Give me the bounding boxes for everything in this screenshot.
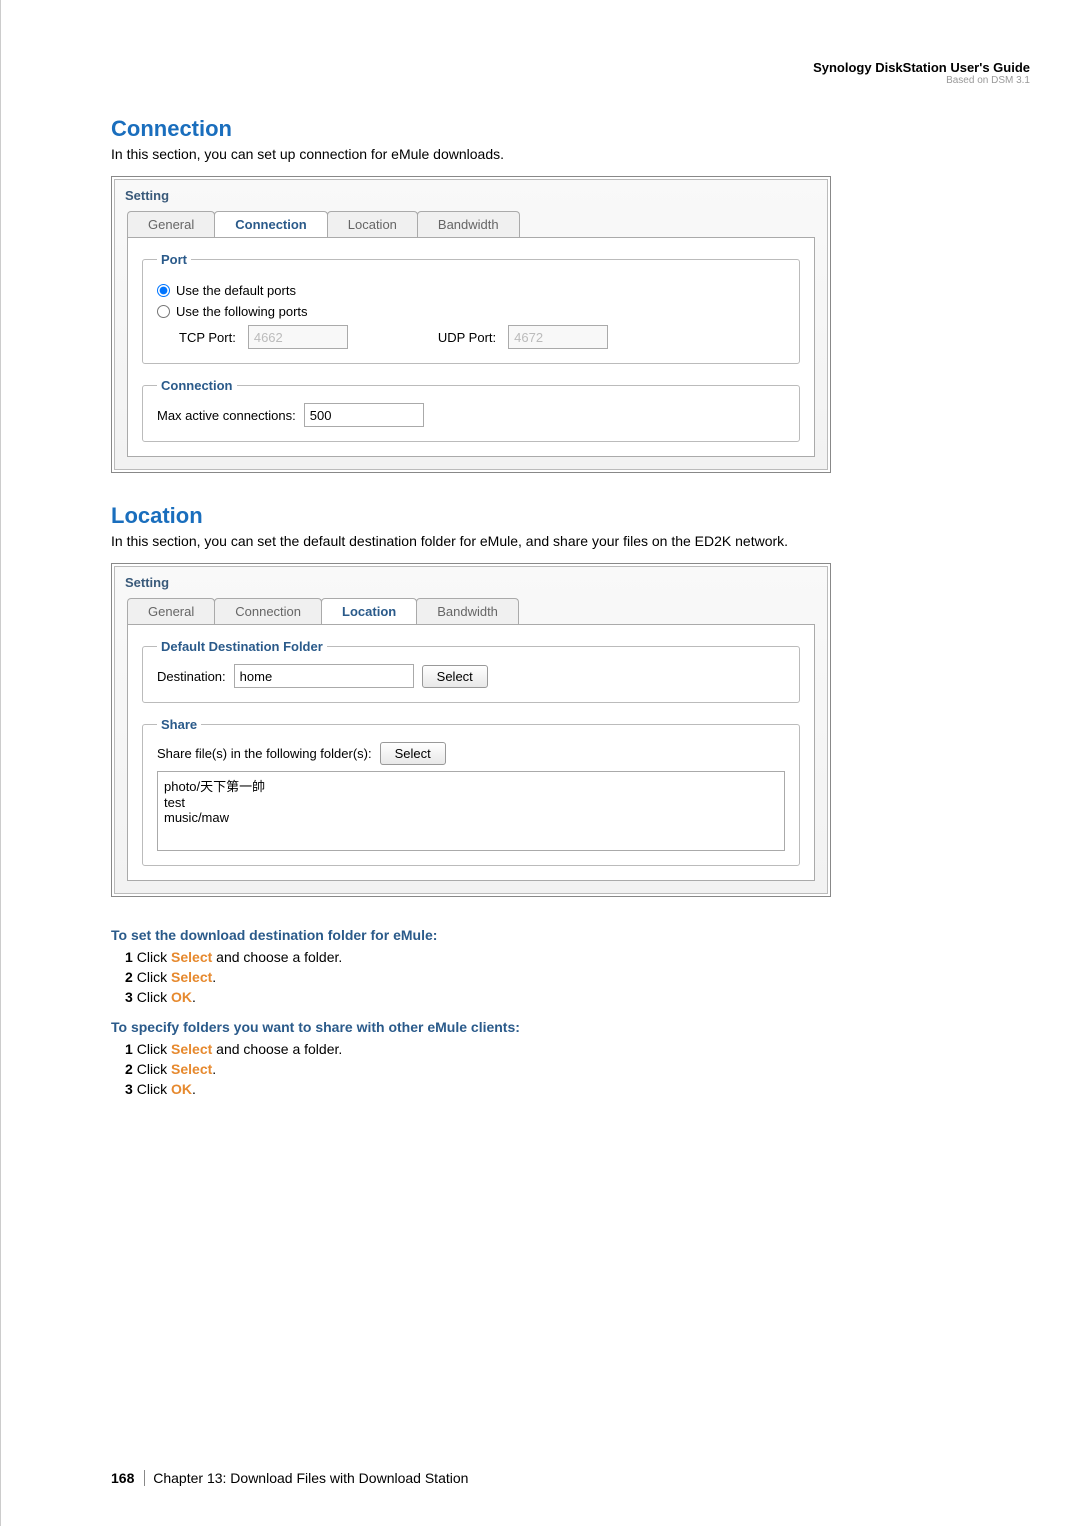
connection-fieldset: Connection Max active connections: — [142, 378, 800, 442]
tab-location-2[interactable]: Location — [321, 598, 417, 624]
tab-general-2[interactable]: General — [127, 598, 215, 624]
radio-default-ports[interactable] — [157, 284, 170, 297]
instr1-heading: To set the download destination folder f… — [111, 927, 1030, 943]
port-fieldset: Port Use the default ports Use the follo… — [142, 252, 800, 364]
destination-legend: Default Destination Folder — [157, 639, 327, 654]
chapter-label: Chapter 13: Download Files with Download… — [144, 1470, 468, 1486]
location-desc: In this section, you can set the default… — [111, 533, 1030, 549]
instr2-heading: To specify folders you want to share wit… — [111, 1019, 1030, 1035]
page-container: Synology DiskStation User's Guide Based … — [0, 0, 1080, 1526]
destination-select-button[interactable]: Select — [422, 665, 488, 688]
tab-body: Port Use the default ports Use the follo… — [127, 237, 815, 457]
radio-following-label: Use the following ports — [176, 304, 308, 319]
udp-port-label: UDP Port: — [438, 330, 496, 345]
tcp-port-input[interactable] — [248, 325, 348, 349]
based-on-label: Based on DSM 3.1 — [111, 75, 1030, 86]
page-header: Synology DiskStation User's Guide Based … — [111, 60, 1030, 86]
udp-port-input[interactable] — [508, 325, 608, 349]
destination-fieldset: Default Destination Folder Destination: … — [142, 639, 800, 703]
screenshot-connection: Setting General Connection Location Band… — [111, 176, 831, 473]
location-heading: Location — [111, 503, 1030, 529]
share-legend: Share — [157, 717, 201, 732]
connection-legend: Connection — [157, 378, 237, 393]
tab-bar-2: General Connection Location Bandwidth — [115, 598, 827, 624]
share-folder-list[interactable]: photo/天下第一帥 test music/maw — [157, 771, 785, 851]
destination-input[interactable] — [234, 664, 414, 688]
screenshot-location: Setting General Connection Location Band… — [111, 563, 831, 897]
share-fieldset: Share Share file(s) in the following fol… — [142, 717, 800, 866]
instr1-list: 1Click Select and choose a folder. 2Clic… — [111, 949, 1030, 1005]
tab-bandwidth-2[interactable]: Bandwidth — [416, 598, 519, 624]
list-item: 2Click Select. — [111, 969, 1030, 985]
radio-default-label: Use the default ports — [176, 283, 296, 298]
share-label: Share file(s) in the following folder(s)… — [157, 746, 372, 761]
page-number: 168 — [111, 1470, 134, 1486]
list-item: 1Click Select and choose a folder. — [111, 1041, 1030, 1057]
page-footer: 168 Chapter 13: Download Files with Down… — [111, 1470, 468, 1486]
max-conn-input[interactable] — [304, 403, 424, 427]
list-item: 1Click Select and choose a folder. — [111, 949, 1030, 965]
list-item: 3Click OK. — [111, 989, 1030, 1005]
window-title-2: Setting — [115, 567, 827, 598]
max-conn-label: Max active connections: — [157, 408, 296, 423]
window-title: Setting — [115, 180, 827, 211]
connection-desc: In this section, you can set up connecti… — [111, 146, 1030, 162]
tab-connection[interactable]: Connection — [214, 211, 328, 237]
tab-bar: General Connection Location Bandwidth — [115, 211, 827, 237]
tab-body-2: Default Destination Folder Destination: … — [127, 624, 815, 881]
instr2-list: 1Click Select and choose a folder. 2Clic… — [111, 1041, 1030, 1097]
tab-general[interactable]: General — [127, 211, 215, 237]
list-item: 2Click Select. — [111, 1061, 1030, 1077]
tab-connection-2[interactable]: Connection — [214, 598, 322, 624]
radio-following-ports[interactable] — [157, 305, 170, 318]
tcp-port-label: TCP Port: — [179, 330, 236, 345]
tab-bandwidth[interactable]: Bandwidth — [417, 211, 520, 237]
connection-heading: Connection — [111, 116, 1030, 142]
list-item: 3Click OK. — [111, 1081, 1030, 1097]
destination-label: Destination: — [157, 669, 226, 684]
tab-location[interactable]: Location — [327, 211, 418, 237]
port-legend: Port — [157, 252, 191, 267]
share-select-button[interactable]: Select — [380, 742, 446, 765]
guide-title: Synology DiskStation User's Guide — [111, 60, 1030, 75]
